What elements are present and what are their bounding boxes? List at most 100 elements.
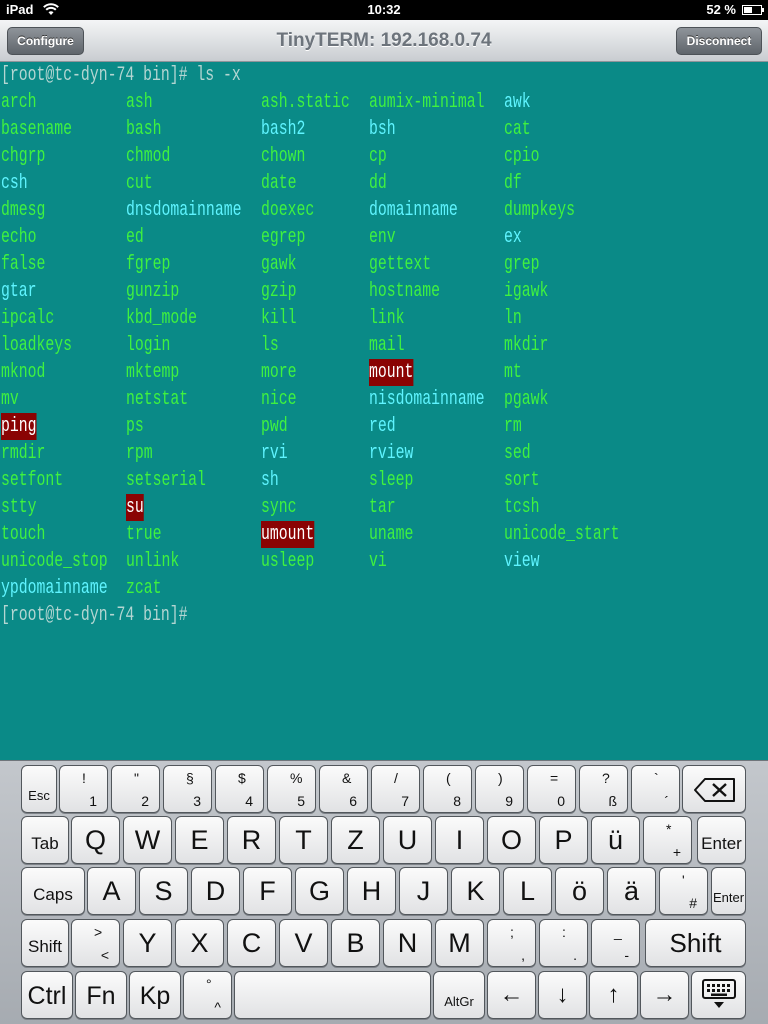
- key-7[interactable]: /7: [371, 765, 420, 813]
- ls-entry: umount: [261, 521, 315, 548]
- key-shift-label: §: [186, 770, 194, 786]
- ls-entry: ping: [1, 413, 37, 440]
- key-keyboard-hide[interactable]: [691, 971, 746, 1019]
- key-9[interactable]: ) 9: [475, 765, 524, 813]
- key-shift-label: ?: [602, 770, 610, 786]
- ls-entry: sed: [504, 442, 531, 465]
- key-shift-label: ': [682, 872, 685, 888]
- key-3[interactable]: § 3: [163, 765, 212, 813]
- ls-entry: cut: [126, 172, 153, 195]
- key-k[interactable]: K: [451, 867, 500, 915]
- key-2[interactable]: " 2: [111, 765, 160, 813]
- key-tab[interactable]: Tab: [21, 816, 69, 864]
- disconnect-button[interactable]: Disconnect: [676, 27, 762, 55]
- key-n[interactable]: N: [383, 919, 432, 967]
- key-space[interactable]: [234, 971, 431, 1019]
- key-z[interactable]: Z: [331, 816, 380, 864]
- key-plus[interactable]: * +: [643, 816, 692, 864]
- key-o[interactable]: O: [487, 816, 536, 864]
- key-hash[interactable]: ' #: [659, 867, 708, 915]
- key-oe[interactable]: ö: [555, 867, 604, 915]
- key-left-arrow[interactable]: ←: [487, 971, 536, 1019]
- ls-entry: date: [261, 172, 297, 195]
- key-c[interactable]: C: [227, 919, 276, 967]
- key-right-arrow[interactable]: →: [640, 971, 689, 1019]
- key-y[interactable]: Y: [123, 919, 172, 967]
- key-ue[interactable]: ü: [591, 816, 640, 864]
- key-sz[interactable]: ? ß: [579, 765, 628, 813]
- key-altgr[interactable]: AltGr: [433, 971, 485, 1019]
- key-l[interactable]: L: [503, 867, 552, 915]
- key-ae[interactable]: ä: [607, 867, 656, 915]
- key-base-label: ,: [521, 947, 525, 963]
- terminal-prompt: [root@tc-dyn-74 bin]#: [1, 604, 188, 627]
- key-5[interactable]: % 5: [267, 765, 316, 813]
- key-esc[interactable]: Esc: [21, 765, 57, 813]
- key-j[interactable]: J: [399, 867, 448, 915]
- down-arrow-icon: ↓: [556, 981, 569, 1008]
- key-shift-label: /: [394, 770, 398, 786]
- ls-entry: dumpkeys: [504, 199, 576, 222]
- key-label: T: [295, 825, 312, 855]
- ls-entry: cpio: [504, 145, 540, 168]
- ls-entry: cat: [504, 118, 531, 141]
- key-w[interactable]: W: [123, 816, 172, 864]
- key-8[interactable]: (8: [423, 765, 472, 813]
- key-minus[interactable]: _ -: [591, 919, 640, 967]
- key-period[interactable]: :.: [539, 919, 588, 967]
- key-r[interactable]: R: [227, 816, 276, 864]
- ls-entry: view: [504, 550, 540, 573]
- right-arrow-icon: →: [652, 981, 677, 1008]
- key-caret[interactable]: ° ^: [183, 971, 232, 1019]
- key-less[interactable]: > <: [71, 919, 120, 967]
- key-label: Enter: [712, 890, 745, 905]
- ls-entry: cp: [369, 145, 387, 168]
- key-down-arrow[interactable]: ↓: [538, 971, 587, 1019]
- ls-entry: false: [1, 253, 46, 276]
- key-base-label: -: [624, 947, 629, 963]
- ls-entry: ps: [126, 415, 144, 438]
- key-q[interactable]: Q: [71, 816, 120, 864]
- key-f[interactable]: F: [243, 867, 292, 915]
- key-shift-left[interactable]: Shift: [21, 919, 69, 967]
- key-backspace[interactable]: [682, 765, 746, 813]
- key-s[interactable]: S: [139, 867, 188, 915]
- ls-entry: egrep: [261, 226, 306, 249]
- key-comma[interactable]: ;,: [487, 919, 536, 967]
- key-up-arrow[interactable]: ↑: [589, 971, 638, 1019]
- key-u[interactable]: U: [383, 816, 432, 864]
- terminal-screen[interactable]: [root@tc-dyn-74 bin]# ls -x arch ash ash.s…: [0, 62, 768, 760]
- ls-entry: touch: [1, 523, 46, 546]
- key-b[interactable]: B: [331, 919, 380, 967]
- key-label: K: [466, 876, 485, 906]
- key-g[interactable]: G: [295, 867, 344, 915]
- key-x[interactable]: X: [175, 919, 224, 967]
- key-ctrl[interactable]: Ctrl: [21, 971, 73, 1019]
- key-accent[interactable]: ` ´: [631, 765, 680, 813]
- key-4[interactable]: $4: [215, 765, 264, 813]
- key-e[interactable]: E: [175, 816, 224, 864]
- ls-entry: mktemp: [126, 361, 180, 384]
- key-shift-right[interactable]: Shift: [645, 919, 746, 967]
- key-a[interactable]: A: [87, 867, 136, 915]
- key-h[interactable]: H: [347, 867, 396, 915]
- key-6[interactable]: & 6: [319, 765, 368, 813]
- key-p[interactable]: P: [539, 816, 588, 864]
- key-i[interactable]: I: [435, 816, 484, 864]
- ls-entry: echo: [1, 226, 37, 249]
- key-kp[interactable]: Kp: [129, 971, 181, 1019]
- key-m[interactable]: M: [435, 919, 484, 967]
- key-t[interactable]: T: [279, 816, 328, 864]
- key-enter[interactable]: Enter: [697, 816, 746, 864]
- key-v[interactable]: V: [279, 919, 328, 967]
- key-fn[interactable]: Fn: [75, 971, 127, 1019]
- key-label: Shift: [27, 937, 63, 956]
- ls-entry: tcsh: [504, 496, 540, 519]
- ls-entry: chgrp: [1, 145, 46, 168]
- key-0[interactable]: = 0: [527, 765, 576, 813]
- key-enter2[interactable]: Enter: [711, 867, 746, 915]
- ls-entry: ln: [504, 307, 522, 330]
- key-d[interactable]: D: [191, 867, 240, 915]
- key-caps[interactable]: Caps: [21, 867, 85, 915]
- key-1[interactable]: ! 1: [59, 765, 108, 813]
